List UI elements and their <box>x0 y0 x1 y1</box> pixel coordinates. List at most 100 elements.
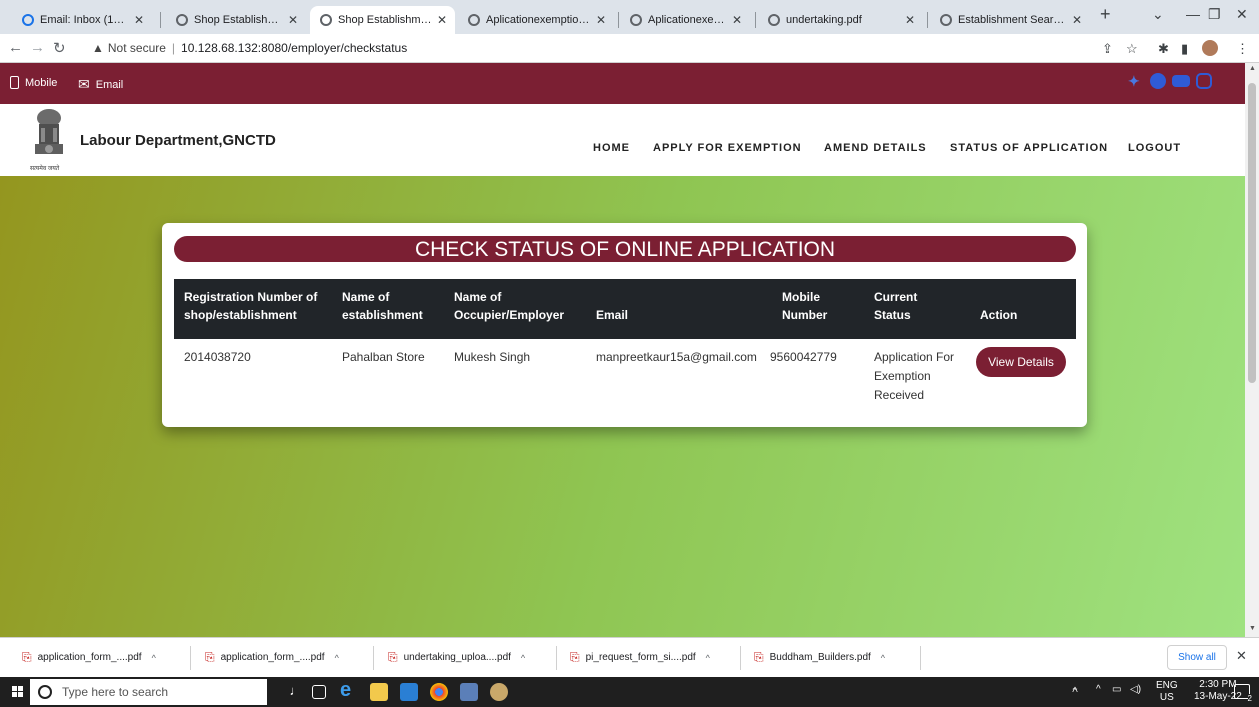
pdf-file-icon: ⎘ <box>205 650 215 664</box>
status-line: Exemption <box>874 369 931 383</box>
bookmark-star-icon[interactable]: ☆ <box>1126 41 1138 57</box>
task-view-icon[interactable] <box>312 685 326 699</box>
url-text[interactable]: 10.128.68.132:8080/employer/checkstatus <box>181 41 407 55</box>
nav-home[interactable]: HOME <box>593 142 630 154</box>
address-bar[interactable]: ▲ Not secure | 10.128.68.132:8080/employ… <box>92 37 1092 59</box>
scrollbar-thumb[interactable] <box>1248 83 1256 383</box>
edge-browser-icon[interactable]: e <box>340 679 358 701</box>
nav-amend-details[interactable]: AMEND DETAILS <box>824 142 927 154</box>
pdf-file-icon: ⎘ <box>388 650 398 664</box>
close-tab-icon[interactable]: ✕ <box>596 13 606 27</box>
tab-shop-establishment[interactable]: Shop Establishment ✕ <box>166 8 306 32</box>
email-link[interactable]: ✉ Email <box>78 76 123 93</box>
tab-search-chevron-icon[interactable]: ⌄ <box>1152 6 1164 23</box>
profile-avatar-icon[interactable] <box>1202 40 1218 56</box>
language-indicator[interactable]: ENG US <box>1156 680 1178 704</box>
view-details-button[interactable]: View Details <box>976 347 1066 377</box>
scroll-up-icon[interactable]: ▲ <box>1249 65 1256 72</box>
col-email: Email <box>596 308 629 322</box>
tab-shop-establishment-active[interactable]: Shop Establishment ✕ <box>310 6 455 34</box>
forward-arrow-icon[interactable]: → <box>30 39 45 56</box>
tray-chevron-icon[interactable]: ^ <box>1096 684 1101 695</box>
download-item[interactable]: ⎘ undertaking_uploa....pdf ^ <box>388 650 525 665</box>
cell-establishment: Pahalban Store <box>342 350 425 364</box>
download-filename: Buddham_Builders.pdf <box>769 652 871 663</box>
paint-icon[interactable] <box>490 683 508 701</box>
mobile-link[interactable]: Mobile <box>10 76 57 89</box>
tab-establishment-search[interactable]: Establishment Search R ✕ <box>930 8 1090 32</box>
web-page: Mobile ✉ Email ✦ सत्यमेव जयते Labour Dep… <box>0 63 1245 637</box>
status-card: CHECK STATUS OF ONLINE APPLICATION Regis… <box>162 223 1087 427</box>
download-item[interactable]: ⎘ pi_request_form_si....pdf ^ <box>570 650 710 665</box>
notepad-icon[interactable] <box>460 683 478 701</box>
network-icon[interactable]: ▭ <box>1112 684 1121 695</box>
globe-icon <box>320 14 332 26</box>
site-topbar: Mobile ✉ Email ✦ <box>0 63 1245 104</box>
window-close-icon[interactable]: ✕ <box>1236 6 1248 23</box>
globe-icon <box>630 14 642 26</box>
tab-applicationexemption-2[interactable]: Aplicationexemption.pd ✕ <box>620 8 750 32</box>
tab-undertaking-pdf[interactable]: undertaking.pdf ✕ <box>758 8 923 32</box>
download-item[interactable]: ⎘ Buddham_Builders.pdf ^ <box>754 650 885 665</box>
emblem-caption: सत्यमेव जयते <box>30 166 60 172</box>
close-tab-icon[interactable]: ✕ <box>732 13 742 27</box>
close-shelf-icon[interactable]: ✕ <box>1236 648 1247 664</box>
share-icon[interactable]: ⇪ <box>1102 41 1113 57</box>
close-tab-icon[interactable]: ✕ <box>905 13 915 27</box>
facebook-icon[interactable] <box>1150 73 1166 89</box>
cell-occupier: Mukesh Singh <box>454 350 531 364</box>
national-emblem-icon[interactable] <box>30 108 68 170</box>
chevron-up-icon[interactable]: ^ <box>152 653 156 663</box>
globe-icon <box>940 14 952 26</box>
email-favicon-icon <box>22 14 34 26</box>
chevron-up-icon[interactable]: ^ <box>706 653 710 663</box>
minimize-icon[interactable]: — <box>1186 6 1200 22</box>
col-status-line2: Status <box>874 308 911 322</box>
nav-apply-for-exemption[interactable]: APPLY FOR EXEMPTION <box>653 142 802 154</box>
mail-app-icon[interactable] <box>400 683 418 701</box>
tab-applicationexemption-1[interactable]: Aplicationexemption.pd ✕ <box>458 8 614 32</box>
chevron-up-icon[interactable]: ^ <box>521 653 525 663</box>
col-occupier-line2: Occupier/Employer <box>454 308 565 322</box>
taskbar-search[interactable]: Type here to search <box>30 679 267 705</box>
notifications-icon[interactable]: 2 <box>1234 684 1252 703</box>
address-toolbar: ← → ↻ ▲ Not secure | 10.128.68.132:8080/… <box>0 34 1259 63</box>
globe-icon <box>768 14 780 26</box>
chrome-icon[interactable] <box>430 683 448 701</box>
nav-logout[interactable]: LOGOUT <box>1128 142 1181 154</box>
close-tab-icon[interactable]: ✕ <box>1072 13 1082 27</box>
menu-dots-icon[interactable]: ⋮ <box>1236 41 1249 57</box>
new-tab-icon[interactable]: + <box>1100 4 1111 25</box>
chevron-up-icon[interactable]: ^ <box>881 653 885 663</box>
close-tab-icon[interactable]: ✕ <box>288 13 298 27</box>
close-tab-icon[interactable]: ✕ <box>437 13 447 27</box>
nav-status-of-application[interactable]: STATUS OF APPLICATION <box>950 142 1108 154</box>
reload-icon[interactable]: ↻ <box>53 39 66 57</box>
close-tab-icon[interactable]: ✕ <box>134 13 144 27</box>
youtube-icon[interactable] <box>1172 75 1190 87</box>
windows-start-icon[interactable] <box>12 686 24 698</box>
cell-mobile: 9560042779 <box>770 350 837 364</box>
back-arrow-icon[interactable]: ← <box>8 39 23 56</box>
twitter-icon[interactable]: ✦ <box>1128 73 1144 89</box>
chevron-up-icon[interactable]: ^ <box>335 653 339 663</box>
scroll-down-icon[interactable]: ▼ <box>1249 625 1256 632</box>
people-icon[interactable]: ⍲ <box>1072 684 1078 695</box>
page-scrollbar[interactable]: ▲ ▼ <box>1245 63 1259 637</box>
volume-icon[interactable]: ◁) <box>1130 684 1141 695</box>
tab-title: Aplicationexemption.pd <box>648 14 728 26</box>
tab-title: undertaking.pdf <box>786 14 862 26</box>
sidepanel-icon[interactable]: ▮ <box>1181 41 1188 57</box>
instagram-icon[interactable] <box>1196 73 1212 89</box>
store-icon[interactable] <box>370 683 388 701</box>
show-all-button[interactable]: Show all <box>1167 645 1227 670</box>
download-item[interactable]: ⎘ application_form_....pdf ^ <box>22 650 156 665</box>
download-item[interactable]: ⎘ application_form_....pdf ^ <box>205 650 339 665</box>
site-title[interactable]: Labour Department,GNCTD <box>80 132 276 149</box>
tab-email-inbox[interactable]: Email: Inbox (1836) ✕ <box>12 8 152 32</box>
restore-icon[interactable]: ❐ <box>1208 6 1221 23</box>
microphone-icon[interactable]: ♩ <box>287 683 305 701</box>
extensions-icon[interactable]: ✱ <box>1158 41 1169 57</box>
search-placeholder: Type here to search <box>62 685 169 699</box>
col-establishment-line2: establishment <box>342 308 423 322</box>
